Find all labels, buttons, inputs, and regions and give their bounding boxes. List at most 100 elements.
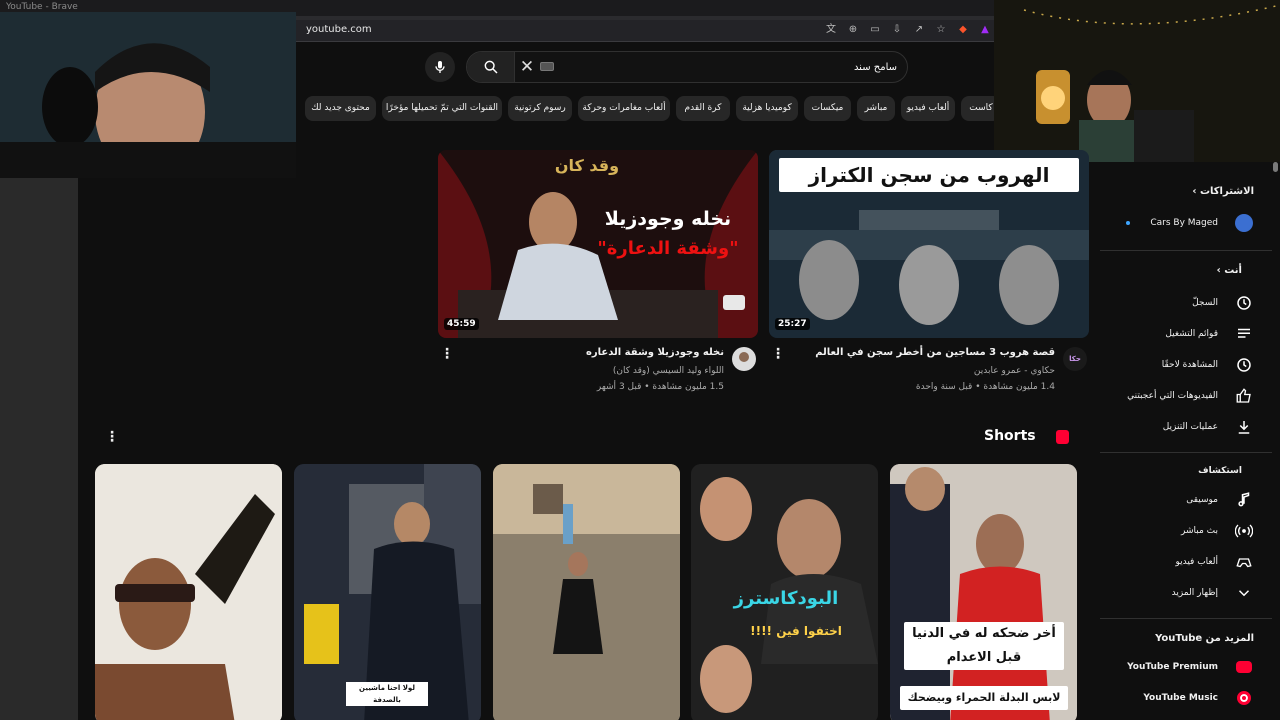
sidebar-item-youtube-music[interactable]: YouTube Music <box>1100 684 1272 712</box>
short-card[interactable] <box>493 464 680 720</box>
chip-podcasts[interactable]: كاست <box>961 96 995 121</box>
webcam-overlay-right <box>994 0 1280 162</box>
youtube-premium-icon <box>1234 657 1254 677</box>
duration-badge: 45:59 <box>444 318 479 330</box>
subscription-item[interactable]: Cars By Maged <box>1100 209 1272 237</box>
search-icon <box>484 60 498 74</box>
sidebar: الاشتراكات › Cars By Maged أنت › السجلّ … <box>1100 162 1272 720</box>
subscriptions-heading[interactable]: الاشتراكات › <box>1192 186 1254 197</box>
sidebar-item-youtube-premium[interactable]: YouTube Premium <box>1100 653 1272 681</box>
bookmark-icon[interactable]: ☆ <box>934 23 948 37</box>
subscription-name: Cars By Maged <box>1150 218 1218 228</box>
video-title[interactable]: نخله وجودزيلا وشقة الدعاره <box>586 347 724 358</box>
share-icon[interactable]: ↗ <box>912 23 926 37</box>
short-caption: لولا احنا ماشيين بالصدفة <box>346 682 428 706</box>
sidebar-item-show-more[interactable]: إظهار المزيد <box>1100 579 1272 607</box>
webcam-person-left <box>0 12 296 178</box>
sidebar-item-label: السجلّ <box>1192 298 1218 308</box>
short-caption: اختفوا فين !!!! <box>750 624 842 638</box>
video-title[interactable]: قصة هروب 3 مساجين من أخطر سجن في العالم <box>815 347 1055 358</box>
video-meta: 1.5 مليون مشاهدة • قبل 3 أشهر <box>596 382 724 392</box>
chip-video-games[interactable]: ألعاب فيديو <box>901 96 955 121</box>
explore-heading: استكشاف <box>1198 466 1242 476</box>
chip-live[interactable]: مباشر <box>857 96 895 121</box>
keyboard-icon[interactable] <box>540 62 554 71</box>
chip-cartoons[interactable]: رسوم كرتونية <box>508 96 572 121</box>
thumbnail-headline-2: "وشقة الدعارة" <box>597 238 739 259</box>
short-card[interactable]: لولا احنا ماشيين بالصدفة <box>294 464 481 720</box>
short-caption: لابس البدلة الحمراء وبيضحك <box>900 686 1068 710</box>
filter-chips-bar: كاست ألعاب فيديو مباشر ميكسات كوميديا هز… <box>305 96 995 122</box>
sidebar-item-label: إظهار المزيد <box>1171 588 1218 598</box>
sidebar-item-history[interactable]: السجلّ <box>1100 289 1272 317</box>
sidebar-item-label: موسيقى <box>1186 495 1218 505</box>
cast-icon[interactable]: ▭ <box>868 23 882 37</box>
webcam-person-right <box>994 0 1280 162</box>
translate-icon[interactable]: 文 <box>824 23 838 37</box>
thumbnail-show-name: وقد كان <box>554 156 620 175</box>
youtube-music-icon <box>1234 688 1254 708</box>
sidebar-item-label: المشاهدة لاحقًا <box>1161 360 1218 370</box>
you-heading[interactable]: أنت › <box>1217 265 1242 276</box>
sidebar-scrollbar[interactable] <box>1272 162 1280 720</box>
music-note-icon <box>1234 490 1254 510</box>
screen: YouTube - Brave youtube.com 文 ⊕ ▭ ⇩ ↗ ☆ … <box>0 0 1280 720</box>
video-menu-button[interactable]: ⋮ <box>440 347 454 361</box>
short-card[interactable] <box>95 464 282 720</box>
channel-avatar[interactable]: حكا <box>1063 347 1087 371</box>
sidebar-item-downloads[interactable]: عمليات التنزيل <box>1100 413 1272 441</box>
address-bar[interactable]: youtube.com 文 ⊕ ▭ ⇩ ↗ ☆ ◆ ▲ <box>296 20 996 42</box>
shorts-menu-button[interactable]: ⋮ <box>105 430 119 444</box>
channel-name[interactable]: اللواء وليد السيسي (وقد كان) <box>613 366 724 376</box>
url-text[interactable]: youtube.com <box>306 24 372 35</box>
search-button[interactable] <box>467 52 515 82</box>
shorts-section-title: Shorts <box>984 428 1036 444</box>
sidebar-item-live[interactable]: بث مباشر <box>1100 517 1272 545</box>
short-thumbnail <box>890 464 1077 720</box>
chip-football[interactable]: كرة القدم <box>676 96 730 121</box>
clear-search-button[interactable]: ✕ <box>517 52 537 82</box>
sidebar-item-watch-later[interactable]: المشاهدة لاحقًا <box>1100 351 1272 379</box>
live-broadcast-icon <box>1234 521 1254 541</box>
sidebar-item-label: قوائم التشغيل <box>1165 329 1218 339</box>
sidebar-item-liked-videos[interactable]: الفيديوهات التي أعجبتني <box>1100 382 1272 410</box>
brave-rewards-icon[interactable]: ▲ <box>978 23 992 37</box>
video-meta: 1.4 مليون مشاهدة • قبل سنة واحدة <box>915 382 1055 392</box>
sidebar-item-label: YouTube Premium <box>1127 662 1218 672</box>
playlists-icon <box>1234 324 1254 344</box>
chip-new-to-you[interactable]: محتوى جديد لك <box>305 96 376 121</box>
clock-icon <box>1234 355 1254 375</box>
video-thumbnail[interactable]: الهروب من سجن الكتراز 25:27 <box>769 150 1089 338</box>
scroll-thumb[interactable] <box>1273 162 1278 172</box>
new-content-dot <box>1126 221 1130 225</box>
sidebar-divider <box>1100 452 1272 453</box>
chip-recently-uploaded[interactable]: القنوات التي تمّ تحميلها مؤخرًا <box>382 96 502 121</box>
video-thumbnail[interactable]: وقد كان نخله وجودزيلا "وشقة الدعارة" 45:… <box>438 150 758 338</box>
voice-search-button[interactable] <box>425 52 455 82</box>
search-box[interactable]: ✕ <box>466 51 908 83</box>
brave-shield-icon[interactable]: ◆ <box>956 23 970 37</box>
short-card[interactable]: البودكاسترز اختفوا فين !!!! <box>691 464 878 720</box>
chip-comedy[interactable]: كوميديا هزلية <box>736 96 798 121</box>
thumbnail-title-text: الهروب من سجن الكتراز <box>779 158 1079 192</box>
thumbnail-headline-1: نخله وجودزيلا <box>604 208 732 230</box>
video-menu-button[interactable]: ⋮ <box>771 347 785 361</box>
channel-avatar <box>1234 213 1254 233</box>
download-icon[interactable]: ⇩ <box>890 23 904 37</box>
microphone-icon <box>435 61 445 73</box>
search-input[interactable] <box>567 52 907 82</box>
sidebar-item-gaming[interactable]: ألعاب فيديو <box>1100 548 1272 576</box>
download-icon <box>1234 417 1254 437</box>
short-thumbnail <box>493 464 680 720</box>
sidebar-item-music[interactable]: موسيقى <box>1100 486 1272 514</box>
sidebar-item-label: YouTube Music <box>1143 693 1218 703</box>
channel-avatar[interactable] <box>732 347 756 371</box>
chip-mixes[interactable]: ميكسات <box>804 96 851 121</box>
sidebar-divider <box>1100 618 1272 619</box>
chip-action-adventure[interactable]: ألعاب مغامرات وحركة <box>578 96 670 121</box>
thumbs-up-icon <box>1234 386 1254 406</box>
channel-name[interactable]: حكاوي - عمرو عابدين <box>974 366 1055 376</box>
zoom-icon[interactable]: ⊕ <box>846 23 860 37</box>
short-card[interactable]: أخر ضحكه له في الدنيا قبل الاعدام لابس ا… <box>890 464 1077 720</box>
sidebar-item-playlists[interactable]: قوائم التشغيل <box>1100 320 1272 348</box>
